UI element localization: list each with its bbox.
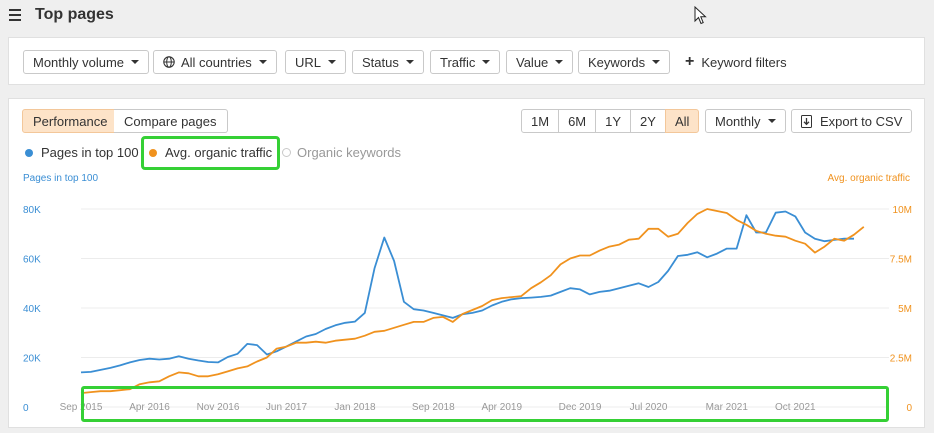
value-dropdown[interactable]: Value <box>506 50 574 74</box>
export-csv-button[interactable]: Export to CSV <box>791 109 913 133</box>
plus-icon: + <box>685 53 695 70</box>
blue-dot-icon <box>25 148 33 157</box>
left-axis-title: Pages in top 100 <box>23 173 99 184</box>
tab-performance[interactable]: Performance <box>22 109 119 133</box>
range-all-button[interactable]: All <box>664 109 700 133</box>
range-2y-button[interactable]: 2Y <box>630 109 666 133</box>
range-6m-button[interactable]: 6M <box>558 109 597 133</box>
series-line-pages-top100 <box>80 210 854 374</box>
monthly-volume-dropdown[interactable]: Monthly volume <box>23 50 150 74</box>
mouse-cursor-icon <box>694 6 707 25</box>
monthly-volume-label: Monthly volume <box>33 54 125 70</box>
legend-keywords-label: Organic keywords <box>297 145 402 160</box>
left-tick-label: 20K <box>23 354 41 365</box>
chevron-down-icon <box>555 60 564 64</box>
highlight-box-x-axis <box>81 386 889 422</box>
url-dropdown[interactable]: URL <box>285 50 347 74</box>
chevron-down-icon <box>328 60 337 64</box>
range-1y-button[interactable]: 1Y <box>595 109 632 133</box>
chevron-down-icon <box>767 119 776 123</box>
download-icon <box>801 114 812 128</box>
chevron-down-icon <box>482 60 491 64</box>
left-tick-label: 60K <box>23 255 41 266</box>
right-tick-label: 10M <box>893 205 912 216</box>
highlight-box-legend <box>141 136 280 170</box>
chevron-down-icon <box>258 60 267 64</box>
range-1m-button[interactable]: 1M <box>521 109 560 133</box>
legend-organic-keywords[interactable]: Organic keywords <box>282 145 401 160</box>
traffic-dropdown[interactable]: Traffic <box>430 50 501 74</box>
interval-label: Monthly <box>715 113 761 129</box>
left-tick-label: 40K <box>23 304 41 315</box>
right-tick-label: 7.5M <box>890 255 912 266</box>
tab-compare-pages[interactable]: Compare pages <box>114 109 228 133</box>
legend-pages-label: Pages in top 100 <box>41 145 139 160</box>
keyword-filters-button[interactable]: + Keyword filters <box>685 50 787 74</box>
menu-icon[interactable] <box>9 9 21 21</box>
keywords-dropdown[interactable]: Keywords <box>578 50 671 74</box>
page-title: Top pages <box>35 6 114 23</box>
url-label: URL <box>295 54 322 70</box>
status-dropdown[interactable]: Status <box>352 50 424 74</box>
value-label: Value <box>516 54 549 70</box>
right-tick-label: 2.5M <box>890 354 912 365</box>
export-csv-label: Export to CSV <box>820 113 903 129</box>
keyword-filters-label: Keyword filters <box>701 54 787 70</box>
countries-dropdown[interactable]: All countries <box>153 50 277 74</box>
status-label: Status <box>362 54 399 70</box>
chevron-down-icon <box>652 60 661 64</box>
countries-label: All countries <box>181 54 252 70</box>
right-tick-label: 5M <box>898 304 912 315</box>
globe-icon <box>163 56 175 68</box>
top-bar: Top pages <box>0 0 934 34</box>
right-axis-title: Avg. organic traffic <box>827 173 910 184</box>
performance-chart-card: 0 0 20K 2.5M 40K 5M 60K 7.5M 80K 10M Sep 2015 Apr 2… <box>8 98 925 428</box>
right-tick-label: 0 <box>906 403 912 414</box>
interval-dropdown[interactable]: Monthly <box>705 109 786 133</box>
chevron-down-icon <box>405 60 414 64</box>
date-range-selector: 1M 6M 1Y 2Y All <box>521 109 700 133</box>
traffic-label: Traffic <box>440 54 476 70</box>
keywords-label: Keywords <box>588 54 646 70</box>
legend-pages-top100[interactable]: Pages in top 100 <box>25 145 139 160</box>
left-tick-label: 0 <box>23 403 29 414</box>
empty-dot-icon <box>282 148 291 157</box>
left-tick-label: 80K <box>23 205 41 216</box>
series-line-avg-organic-traffic <box>80 208 865 394</box>
filters-bar: Monthly volume All countries URL Status … <box>8 37 925 85</box>
chevron-down-icon <box>131 60 140 64</box>
